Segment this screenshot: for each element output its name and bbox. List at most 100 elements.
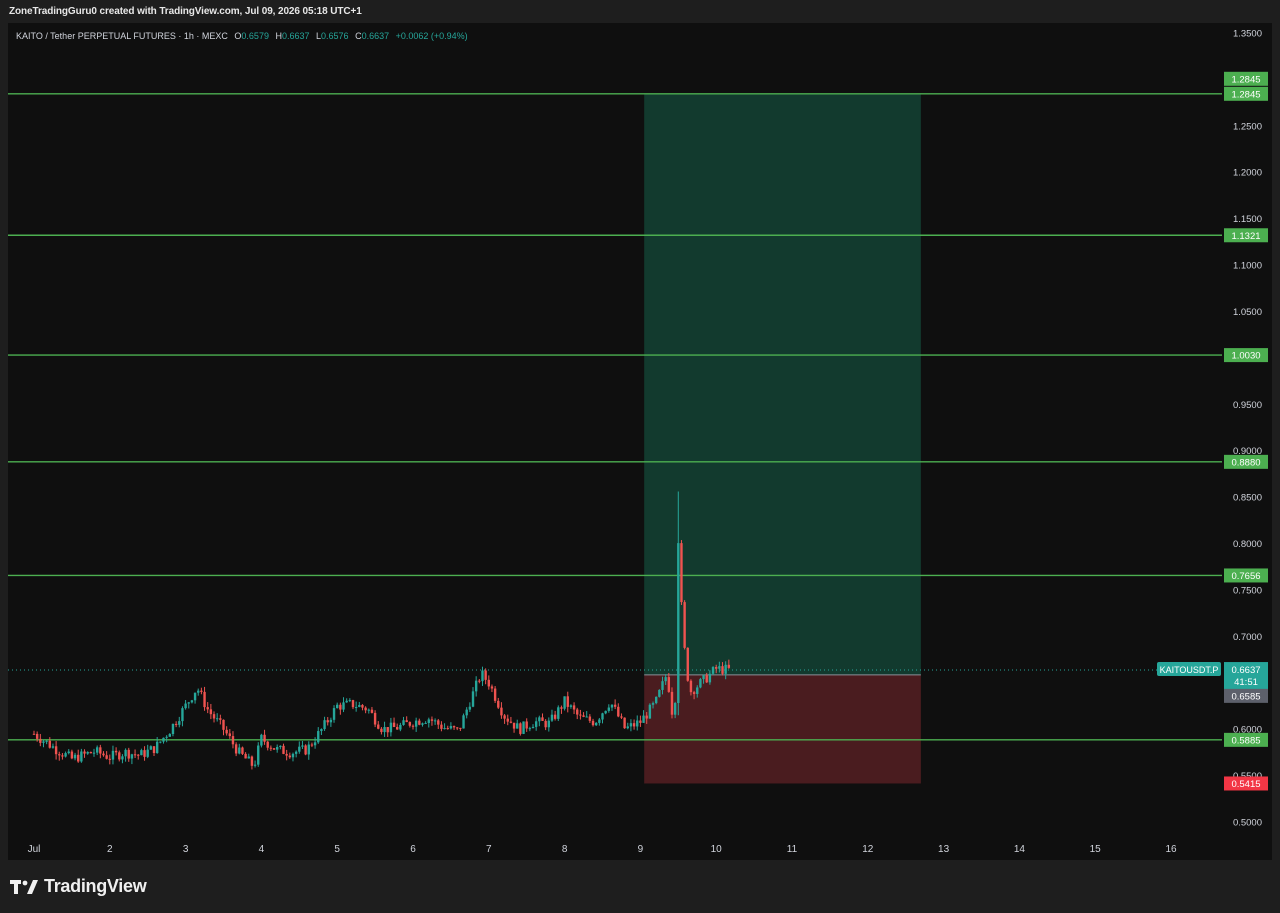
candle-body	[696, 687, 699, 694]
candle-body	[516, 723, 519, 729]
candle-body	[389, 722, 393, 733]
candle-body	[471, 691, 475, 707]
candle-body	[519, 723, 522, 734]
candle-body	[200, 690, 203, 692]
candle-body	[373, 712, 377, 725]
price-chart[interactable]: 1.3500 1.2500 1.2000 1.1500 1.1000 1.0500 0.95…	[0, 0, 1280, 913]
x-tick-label: 11	[787, 844, 798, 855]
low-value: 0.6576	[321, 31, 349, 41]
y-tick-label: 1.1500	[1233, 214, 1262, 225]
symbol-info-line: KAITO / Tether PERPETUAL FUTURES · 1h · …	[16, 31, 468, 41]
x-tick-label: Jul	[28, 844, 41, 855]
candle-body	[544, 720, 547, 728]
candle-body	[339, 704, 342, 710]
candle-body	[623, 717, 626, 729]
candle-body	[146, 749, 149, 757]
y-tick-label: 1.3500	[1233, 29, 1262, 40]
candle-body	[541, 717, 544, 721]
candle-body	[550, 714, 554, 721]
level-tag-label: 1.0030	[1231, 351, 1260, 362]
x-tick-label: 6	[410, 844, 416, 855]
candle-body	[585, 716, 588, 718]
candle-body	[443, 728, 446, 730]
candle-body	[396, 727, 399, 730]
candle-body	[500, 707, 503, 716]
candle-body	[639, 720, 642, 723]
candle-body	[310, 744, 314, 746]
symbol-title: KAITO / Tether PERPETUAL FUTURES · 1h · …	[16, 31, 228, 41]
candle-body	[32, 733, 36, 735]
candle-body	[418, 720, 421, 725]
candle-body	[203, 691, 206, 708]
candle-body	[525, 721, 528, 729]
candle-body	[228, 733, 232, 737]
candle-body	[165, 736, 168, 738]
candle-body	[522, 721, 525, 734]
candle-body	[345, 700, 348, 703]
candle-body	[626, 726, 629, 729]
candle-body	[48, 740, 51, 748]
candle-body	[677, 543, 680, 703]
y-tick-label: 0.8500	[1233, 493, 1262, 504]
candle-body	[263, 734, 266, 742]
candle-body	[178, 721, 181, 725]
candle-body	[402, 720, 405, 725]
candle-body	[705, 675, 708, 683]
candle-body	[370, 709, 374, 713]
candle-body	[67, 751, 70, 754]
candle-body	[275, 747, 279, 750]
entry-tag-label: 0.6585	[1231, 691, 1260, 702]
close-value: 0.6637	[361, 31, 390, 41]
stop-tag-label: 0.5415	[1231, 779, 1260, 790]
candle-body	[105, 755, 108, 759]
candle-body	[613, 704, 617, 707]
candle-body	[658, 689, 661, 697]
candle-body	[133, 754, 137, 756]
candle-body	[645, 715, 648, 719]
candle-body	[253, 764, 257, 766]
candle-body	[108, 758, 111, 760]
candle-body	[219, 718, 222, 720]
candle-body	[490, 686, 494, 689]
candle-body	[231, 736, 235, 745]
level-tag-label: 0.5885	[1231, 735, 1260, 746]
level-tag-label: 0.7656	[1231, 571, 1260, 582]
countdown-label: 41:51	[1234, 677, 1258, 688]
candle-body	[225, 729, 228, 734]
loss-zone	[644, 674, 921, 784]
candle-body	[304, 745, 307, 755]
candle-body	[465, 709, 468, 716]
candle-body	[383, 727, 386, 733]
x-tick-label: 13	[938, 844, 950, 855]
candle-body	[342, 702, 345, 710]
candle-body	[238, 747, 241, 754]
candle-body	[474, 680, 478, 692]
candle-body	[130, 754, 134, 759]
candle-body	[727, 664, 731, 668]
x-tick-label: 10	[711, 844, 723, 855]
candle-body	[718, 666, 721, 669]
candle-body	[478, 680, 481, 682]
candle-body	[64, 753, 67, 757]
candle-body	[437, 720, 440, 725]
candle-body	[257, 745, 260, 765]
candle-body	[392, 722, 396, 728]
candle-body	[247, 756, 250, 759]
candle-body	[348, 700, 352, 702]
target-tag-label: 1.2845	[1231, 74, 1260, 85]
candle-body	[569, 705, 573, 707]
candle-body	[711, 667, 715, 674]
candle-body	[313, 742, 317, 746]
candle-body	[408, 722, 412, 726]
candle-body	[601, 713, 604, 720]
candle-body	[241, 747, 244, 754]
candle-body	[193, 692, 197, 701]
candle-body	[667, 677, 671, 692]
candle-body	[377, 724, 380, 729]
candle-body	[301, 745, 304, 747]
candle-body	[70, 751, 74, 759]
candle-body	[421, 723, 424, 725]
tradingview-logo-text: TradingView	[44, 876, 147, 896]
candle-body	[307, 744, 310, 755]
x-tick-label: 2	[107, 844, 113, 855]
